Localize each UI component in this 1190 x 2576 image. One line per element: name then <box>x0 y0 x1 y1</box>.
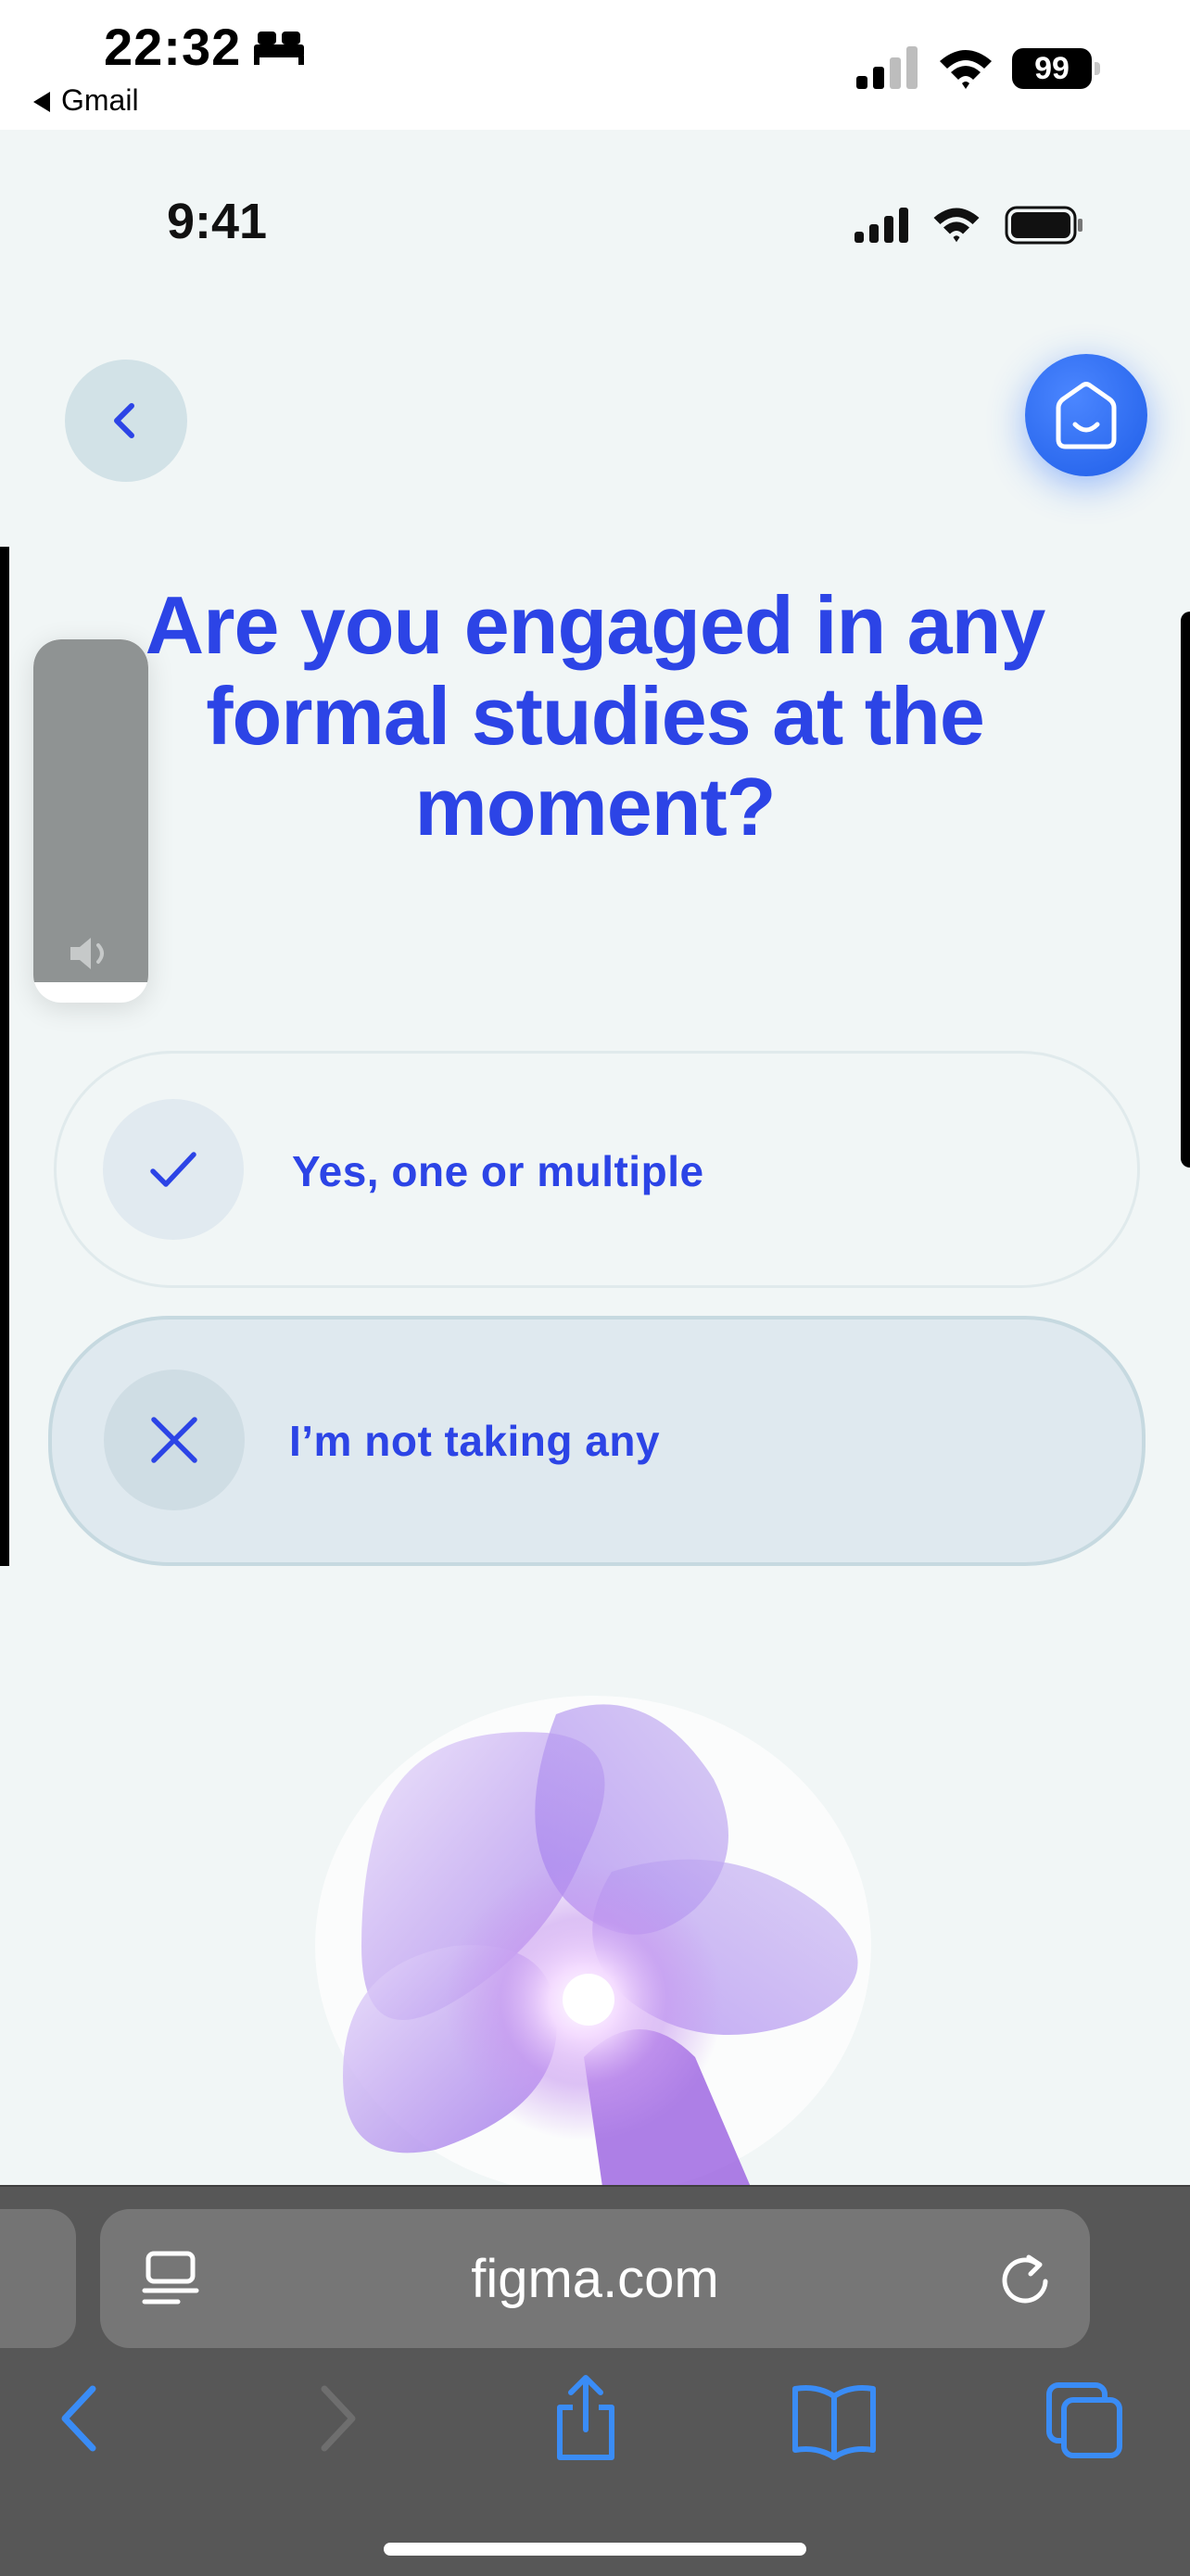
purple-orb-illustration <box>315 1696 871 2185</box>
sleep-focus-icon <box>254 32 304 65</box>
check-icon <box>150 1152 196 1187</box>
forward-arrow-icon[interactable] <box>310 2372 365 2465</box>
mock-status-time: 9:41 <box>167 194 268 249</box>
speaker-icon <box>70 938 104 969</box>
question-heading: Are you engaged in any formal studies at… <box>145 579 1046 852</box>
option-yes-multiple[interactable]: Yes, one or multiple <box>54 1051 1140 1288</box>
mock-battery-icon <box>1005 206 1082 245</box>
url-text: figma.com <box>471 2249 719 2309</box>
cellular-signal-icon <box>856 46 918 89</box>
battery-tip <box>1095 62 1100 75</box>
home-indicator[interactable] <box>384 2543 806 2556</box>
mock-cellular-signal-icon <box>855 208 908 243</box>
back-button[interactable] <box>65 360 187 482</box>
option-label: I’m not taking any <box>289 1417 661 1465</box>
option-icon-circle <box>103 1099 244 1240</box>
web-content: 9:41 Are you engaged in any formal studi… <box>0 130 1190 2185</box>
system-time: 22:32 <box>104 18 242 76</box>
option-label: Yes, one or multiple <box>292 1147 704 1195</box>
mock-wifi-icon <box>933 208 980 243</box>
back-triangle-icon <box>33 92 50 112</box>
back-app-name: Gmail <box>61 83 139 117</box>
x-icon <box>151 1417 197 1463</box>
chevron-left-icon <box>114 403 134 438</box>
page-edge-right <box>1181 612 1190 1168</box>
reload-icon[interactable] <box>995 2250 1055 2309</box>
battery-indicator: 99 <box>1012 48 1101 89</box>
smiling-house-icon <box>1056 382 1117 449</box>
browser-toolbar <box>0 2372 1190 2483</box>
wifi-icon <box>940 50 992 89</box>
tabs-icon[interactable] <box>1044 2372 1127 2465</box>
address-bar[interactable]: figma.com <box>100 2209 1090 2348</box>
browser-bottom-bar: figma.com <box>0 2185 1190 2576</box>
system-status-bar: 22:32 Gmail 99 <box>0 0 1190 130</box>
volume-hud <box>33 639 148 1003</box>
previous-tab-peek[interactable] <box>0 2209 76 2348</box>
share-icon[interactable] <box>549 2372 623 2465</box>
page-edge-left <box>0 547 9 1566</box>
home-button[interactable] <box>1025 354 1147 476</box>
option-icon-circle <box>104 1370 245 1510</box>
back-arrow-icon[interactable] <box>52 2372 108 2465</box>
option-not-taking[interactable]: I’m not taking any <box>48 1316 1146 1566</box>
volume-level-fill <box>33 639 148 982</box>
back-to-app-link[interactable]: Gmail <box>33 83 139 118</box>
battery-level: 99 <box>1012 48 1092 89</box>
bookmarks-icon[interactable] <box>790 2372 879 2465</box>
